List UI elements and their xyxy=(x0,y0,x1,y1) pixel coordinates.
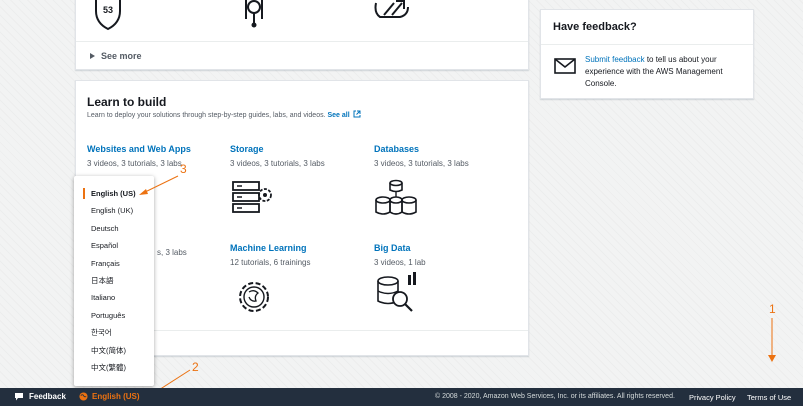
footer-language-selector[interactable]: English (US) xyxy=(79,392,140,401)
copyright-text: © 2008 - 2020, Amazon Web Services, Inc.… xyxy=(435,393,675,400)
privacy-policy-link[interactable]: Privacy Policy xyxy=(689,393,736,402)
globe-icon xyxy=(79,392,88,401)
annotation-label-1: 1 xyxy=(769,302,776,316)
footer-language-label: English (US) xyxy=(92,392,140,401)
annotation-label-2: 2 xyxy=(192,360,199,374)
console-footer: Feedback English (US) © 2008 - 2020, Ama… xyxy=(0,388,803,406)
footer-feedback-label: Feedback xyxy=(29,392,66,401)
annotation-arrows xyxy=(139,175,776,396)
terms-of-use-link[interactable]: Terms of Use xyxy=(747,393,791,402)
speech-bubble-icon xyxy=(15,393,23,401)
annotation-label-3: 3 xyxy=(180,162,187,176)
footer-feedback-button[interactable]: Feedback xyxy=(14,392,66,401)
